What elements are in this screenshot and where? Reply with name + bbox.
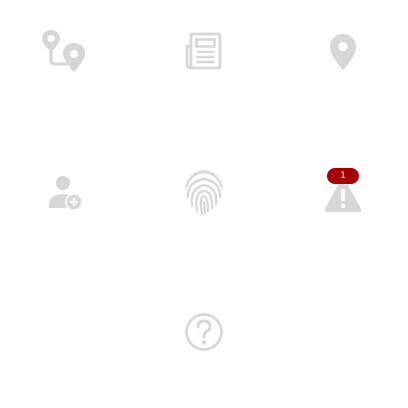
alerts-button[interactable]: 1 [311,160,375,224]
newspaper-icon [185,32,222,70]
person-add-icon [49,176,83,211]
routes-button[interactable] [32,20,96,84]
route-pins-icon [42,30,85,72]
help-button[interactable] [172,300,236,364]
help-circle-icon [185,313,223,351]
fingerprint-icon [184,170,224,216]
news-button[interactable] [172,20,236,84]
location-pin-icon [330,34,356,70]
notification-badge: 1 [327,168,359,184]
add-user-button[interactable] [32,160,96,224]
fingerprint-button[interactable] [172,160,236,224]
location-button[interactable] [311,20,375,84]
icon-menu-grid: 1 [0,0,408,408]
